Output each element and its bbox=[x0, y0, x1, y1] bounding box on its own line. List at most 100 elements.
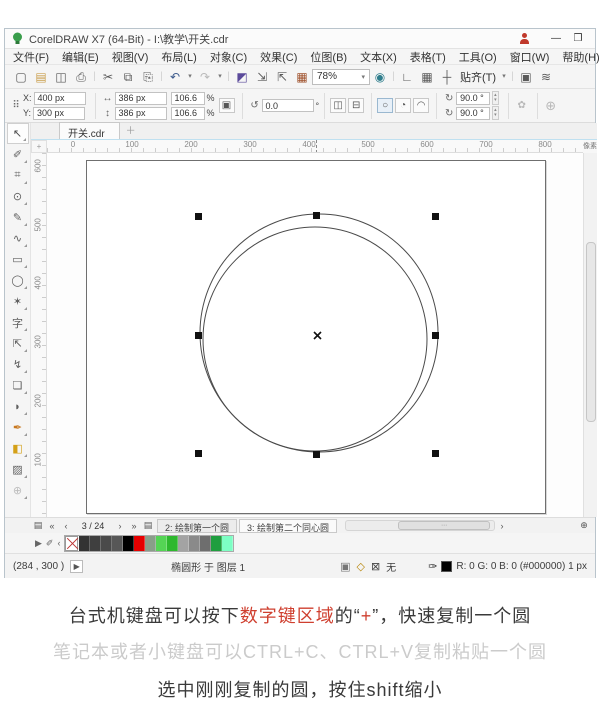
menu-item-8[interactable]: 表格(T) bbox=[410, 49, 446, 65]
color-swatch-2[interactable] bbox=[101, 536, 112, 551]
account-icon[interactable] bbox=[518, 32, 531, 45]
crop-tool-icon[interactable]: ⌗ bbox=[7, 165, 29, 186]
first-page-button[interactable]: « bbox=[45, 521, 59, 531]
add-page-icon[interactable]: ▤ bbox=[141, 520, 155, 531]
vertical-scrollbar-thumb[interactable] bbox=[586, 242, 596, 422]
menu-item-7[interactable]: 文本(X) bbox=[360, 49, 397, 65]
show-guidelines-icon[interactable]: ┼ bbox=[437, 67, 457, 87]
color-swatch-3[interactable] bbox=[112, 536, 123, 551]
canvas-viewport[interactable] bbox=[47, 153, 583, 517]
y-position-field[interactable]: 300 px bbox=[33, 107, 85, 120]
minimize-button[interactable]: — bbox=[545, 33, 567, 44]
spinner-control[interactable]: ▴▾ bbox=[492, 106, 499, 120]
fill-tool-icon[interactable]: ◧ bbox=[7, 438, 29, 459]
maximize-button[interactable]: ❒ bbox=[567, 33, 589, 44]
menu-item-4[interactable]: 对象(C) bbox=[210, 49, 247, 65]
color-swatch-13[interactable] bbox=[222, 536, 233, 551]
color-swatch-1[interactable] bbox=[90, 536, 101, 551]
paste-icon[interactable]: ⎘ bbox=[138, 67, 158, 87]
horizontal-scrollbar[interactable]: ⋯ bbox=[345, 520, 495, 531]
scroll-right-button[interactable]: › bbox=[495, 521, 509, 531]
color-swatch-5[interactable] bbox=[134, 536, 145, 551]
rectangle-tool-icon[interactable]: ▭ bbox=[7, 249, 29, 270]
fill-color-icon[interactable]: ◇ bbox=[356, 560, 364, 573]
polygon-tool-icon[interactable]: ✶ bbox=[7, 291, 29, 312]
menu-item-9[interactable]: 工具(O) bbox=[459, 49, 497, 65]
color-swatch-8[interactable] bbox=[167, 536, 178, 551]
scale-v-field[interactable]: 106.6 bbox=[171, 107, 205, 120]
search-content-icon[interactable]: ◩ bbox=[232, 67, 252, 87]
cut-icon[interactable]: ✂ bbox=[98, 67, 118, 87]
color-swatch-7[interactable] bbox=[156, 536, 167, 551]
page-tab-2[interactable]: 2: 绘制第一个圆 bbox=[157, 519, 237, 533]
dimension-tool-icon[interactable]: ⇱ bbox=[7, 333, 29, 354]
freehand-tool-icon[interactable]: ✎ bbox=[7, 207, 29, 228]
color-swatch-6[interactable] bbox=[145, 536, 156, 551]
pick-tool-icon[interactable]: ↖ bbox=[7, 123, 29, 144]
show-grid-icon[interactable]: ▦ bbox=[417, 67, 437, 87]
menu-item-2[interactable]: 视图(V) bbox=[112, 49, 149, 65]
last-page-button[interactable]: » bbox=[127, 521, 141, 531]
previous-page-button[interactable]: ‹ bbox=[59, 521, 73, 531]
publish-pdf-icon[interactable]: ▦ bbox=[292, 67, 312, 87]
object-height-field[interactable]: 386 px bbox=[115, 107, 167, 120]
shape-tool-icon[interactable]: ✐ bbox=[7, 144, 29, 165]
ellipse-tool-icon[interactable]: ◯ bbox=[7, 270, 29, 291]
rotation-angle-field[interactable]: 0.0 bbox=[262, 99, 314, 112]
import-icon[interactable]: ⇲ bbox=[252, 67, 272, 87]
pan-zoom-icon[interactable]: ⊕ bbox=[577, 520, 591, 531]
snap-to-dropdown[interactable]: 贴齐(T) bbox=[457, 69, 499, 85]
menu-item-3[interactable]: 布局(L) bbox=[161, 49, 196, 65]
convert-to-curves-button[interactable]: ✿ bbox=[514, 98, 530, 113]
arc-mode-button[interactable]: ◠ bbox=[413, 98, 429, 113]
vertical-scrollbar[interactable] bbox=[583, 153, 597, 517]
zoom-level-select[interactable]: 78% ▾ bbox=[312, 69, 370, 85]
options-icon[interactable]: ▣ bbox=[516, 67, 536, 87]
color-swatch-12[interactable] bbox=[211, 536, 222, 551]
menu-item-1[interactable]: 编辑(E) bbox=[62, 49, 99, 65]
menu-item-6[interactable]: 位图(B) bbox=[310, 49, 347, 65]
spin-down-icon[interactable]: ▾ bbox=[494, 98, 497, 103]
palette-flyout-icon[interactable]: ▶ bbox=[35, 538, 42, 549]
color-swatch-11[interactable] bbox=[200, 536, 211, 551]
zoom-tool-icon[interactable]: ⊙ bbox=[7, 186, 29, 207]
end-angle-field[interactable]: 90.0 ° bbox=[456, 107, 490, 120]
start-angle-field[interactable]: 90.0 ° bbox=[456, 92, 490, 105]
color-swatch-9[interactable] bbox=[178, 536, 189, 551]
center-marker[interactable] bbox=[314, 332, 321, 339]
ruler-origin-button[interactable]: + bbox=[31, 140, 47, 153]
export-icon[interactable]: ⇱ bbox=[272, 67, 292, 87]
target-button[interactable]: ⊕ bbox=[543, 98, 559, 113]
open-icon[interactable]: ▤ bbox=[31, 67, 51, 87]
next-page-button[interactable]: › bbox=[113, 521, 127, 531]
chevron-down-icon[interactable]: ▾ bbox=[499, 67, 509, 87]
ellipse-mode-button[interactable]: ○ bbox=[377, 98, 393, 113]
no-color-swatch[interactable] bbox=[65, 536, 78, 551]
connector-tool-icon[interactable]: ↯ bbox=[7, 354, 29, 375]
pie-mode-button[interactable]: ◔ bbox=[395, 98, 411, 113]
x-position-field[interactable]: 400 px bbox=[34, 92, 86, 105]
redo-dropdown-icon[interactable]: ▾ bbox=[215, 67, 225, 87]
outline-pen-tool-icon[interactable]: ✒ bbox=[7, 417, 29, 438]
mirror-vertical-button[interactable]: ⊟ bbox=[348, 98, 364, 113]
pan-target-tool-icon[interactable]: ⊕ bbox=[7, 480, 29, 501]
redo-icon[interactable]: ↷ bbox=[195, 67, 215, 87]
document-properties-icon[interactable]: ▣ bbox=[340, 560, 350, 573]
add-page-icon[interactable]: ▤ bbox=[31, 520, 45, 531]
lock-ratio-button[interactable]: ▣ bbox=[219, 98, 235, 113]
mirror-horizontal-button[interactable]: ◫ bbox=[330, 98, 346, 113]
launcher-icon[interactable]: ≋ bbox=[536, 67, 556, 87]
menu-item-10[interactable]: 窗口(W) bbox=[510, 49, 550, 65]
save-icon[interactable]: ◫ bbox=[51, 67, 71, 87]
spinner-control[interactable]: ▴▾ bbox=[492, 91, 499, 105]
horizontal-scrollbar-thumb[interactable]: ⋯ bbox=[398, 521, 490, 530]
vertical-ruler[interactable]: 6005004003002001000 bbox=[31, 153, 47, 517]
coords-flyout-button[interactable]: ▶ bbox=[70, 560, 83, 573]
spin-down-icon[interactable]: ▾ bbox=[494, 113, 497, 118]
text-tool-icon[interactable]: 字 bbox=[7, 312, 29, 333]
page-tab-3[interactable]: 3: 绘制第二个同心圆 bbox=[239, 519, 337, 533]
artistic-media-tool-icon[interactable]: ∿ bbox=[7, 228, 29, 249]
scale-h-field[interactable]: 106.6 bbox=[171, 92, 205, 105]
undo-icon[interactable]: ↶ bbox=[165, 67, 185, 87]
color-swatch-4[interactable] bbox=[123, 536, 134, 551]
